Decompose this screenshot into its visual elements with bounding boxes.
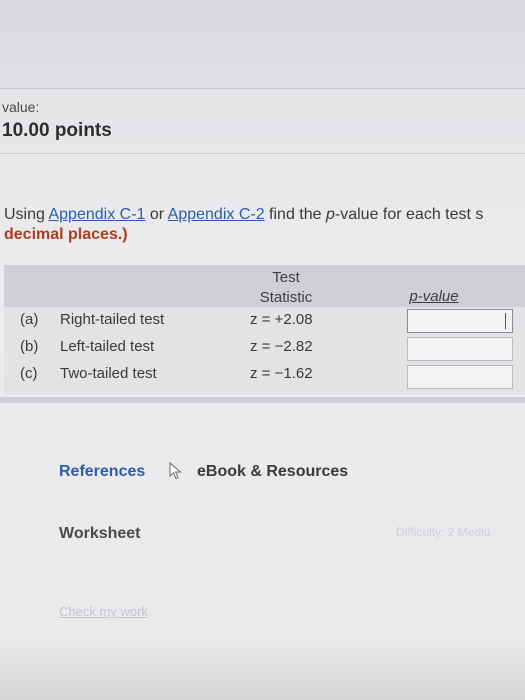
- row-test: Two-tailed test: [60, 365, 157, 382]
- text-cursor: [505, 313, 506, 329]
- question-p-italic: p: [325, 206, 335, 223]
- points-value: 10.00 points: [2, 120, 112, 141]
- table-bottom-border: [0, 397, 525, 403]
- check-my-work-button[interactable]: Check my work: [59, 604, 148, 619]
- table-header: Test Statistic p-value: [4, 265, 525, 307]
- stat-header-line2: Statistic: [259, 289, 313, 306]
- row-part: (a): [20, 311, 39, 328]
- question-suffix-a: find the: [264, 206, 326, 223]
- pvalue-table: Test Statistic p-value (a) Right-tailed …: [4, 265, 525, 395]
- appendix-c1-link[interactable]: Appendix C-1: [48, 206, 145, 223]
- value-label: value:: [2, 99, 40, 115]
- references-link[interactable]: References: [59, 463, 145, 481]
- row-stat: z = −2.82: [250, 338, 313, 355]
- difficulty-label: Difficulty: 2 Mediu: [396, 525, 491, 539]
- row-test: Left-tailed test: [60, 338, 155, 355]
- stat-header-line1: Test: [272, 269, 300, 286]
- question-prefix: Using: [4, 206, 49, 223]
- pvalue-input-a[interactable]: [407, 309, 513, 333]
- question-instruction: decimal places.): [4, 226, 128, 243]
- row-stat: z = −1.62: [250, 365, 313, 382]
- pvalue-input-c[interactable]: [407, 365, 513, 389]
- row-test: Right-tailed test: [60, 311, 165, 328]
- row-part: (c): [20, 365, 38, 382]
- pvalue-input-b[interactable]: [407, 337, 513, 361]
- stat-column-header: Test Statistic: [250, 268, 322, 308]
- top-banner: [0, 0, 525, 89]
- pvalue-column-header: p-value: [409, 288, 459, 305]
- question-text: Using Appendix C-1 or Appendix C-2 find …: [4, 205, 525, 245]
- bottom-shadow: [0, 640, 525, 700]
- row-part: (b): [20, 338, 39, 355]
- ebook-resources-link[interactable]: eBook & Resources: [197, 463, 348, 481]
- question-or: or: [145, 206, 168, 223]
- divider: [0, 153, 525, 154]
- worksheet-link[interactable]: Worksheet: [59, 525, 141, 543]
- appendix-c2-link[interactable]: Appendix C-2: [168, 206, 265, 223]
- pointer-cursor-icon: [169, 462, 182, 480]
- row-stat: z = +2.08: [250, 311, 313, 328]
- question-suffix-b: -value for each test s: [334, 206, 484, 223]
